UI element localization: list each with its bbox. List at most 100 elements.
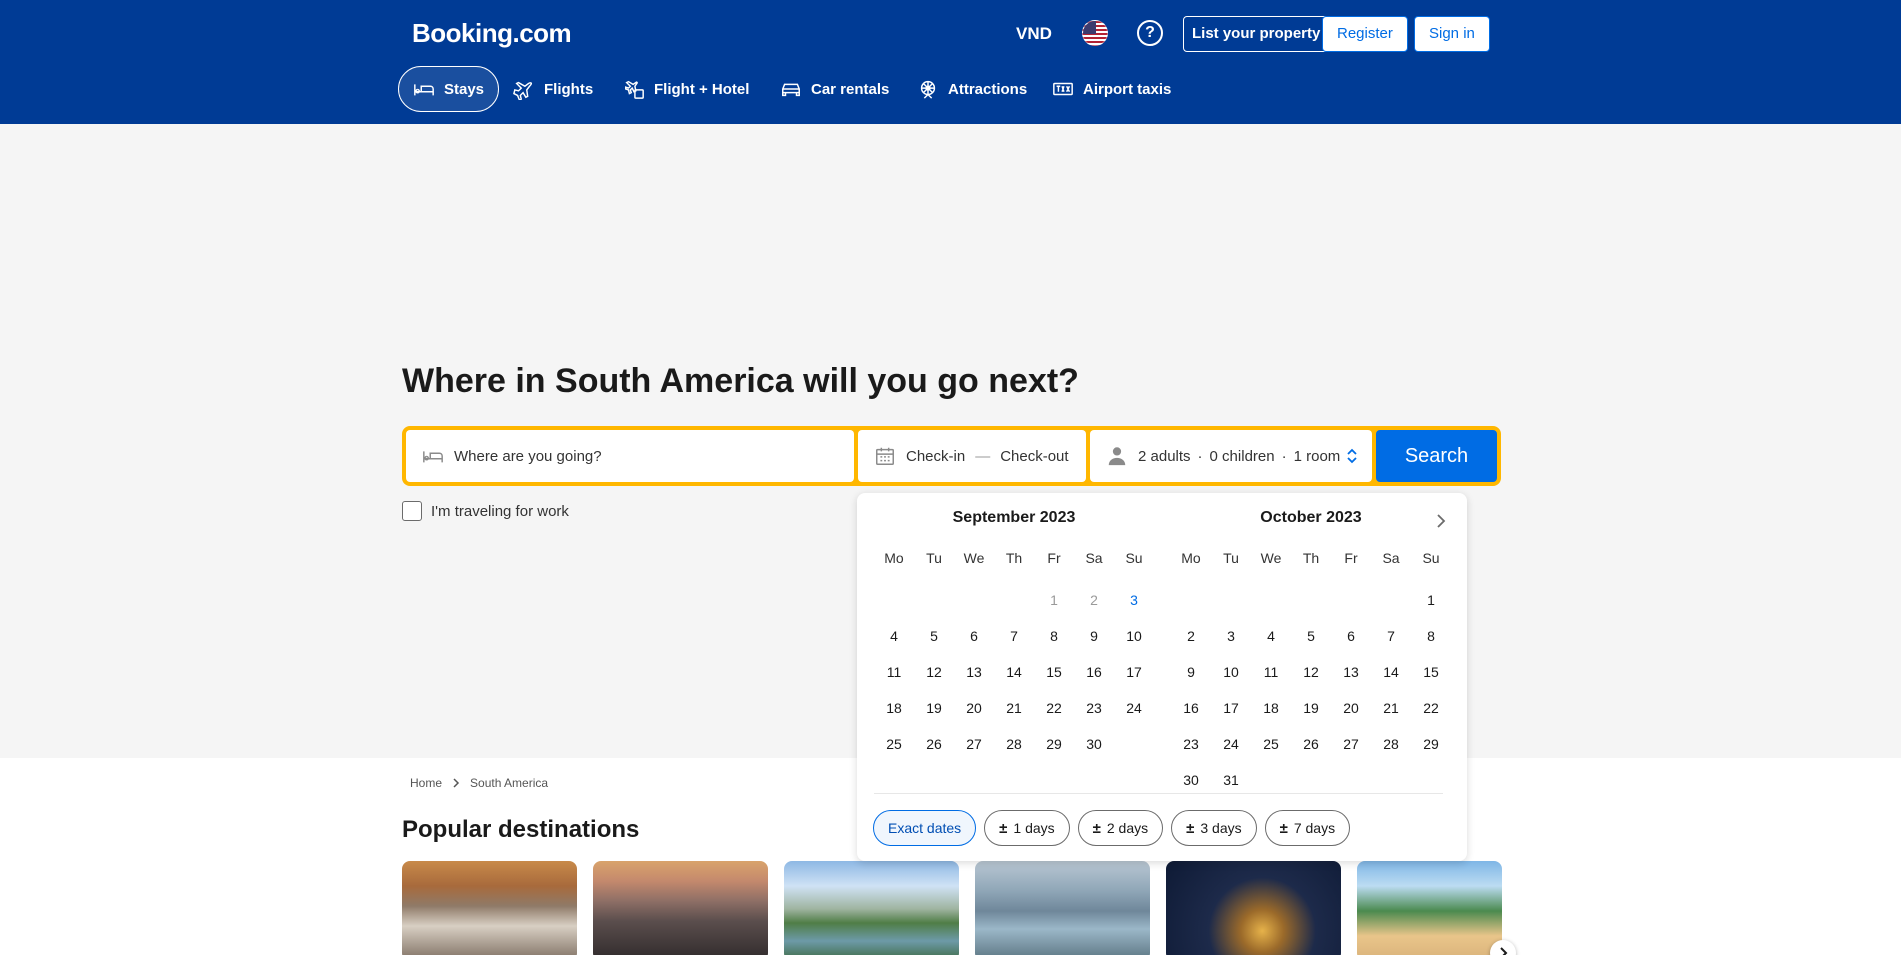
calendar-day[interactable]: 17 [1114, 654, 1154, 690]
work-travel-label: I'm traveling for work [431, 502, 569, 520]
calendar-day[interactable]: 4 [874, 618, 914, 654]
calendar-day[interactable]: 22 [1034, 690, 1074, 726]
empty-day-cell [1291, 582, 1331, 618]
calendar-day[interactable]: 29 [1034, 726, 1074, 762]
calendar-day[interactable]: 3 [1211, 618, 1251, 654]
calendar-day[interactable]: 16 [1074, 654, 1114, 690]
date-field[interactable]: Check-in — Check-out [858, 430, 1086, 482]
calendar-day[interactable]: 21 [1371, 690, 1411, 726]
exact-dates-chip[interactable]: Exact dates [873, 810, 977, 846]
calendar-day[interactable]: 10 [1114, 618, 1154, 654]
calendar-day[interactable]: 2 [1171, 618, 1211, 654]
currency-selector[interactable]: VND [1016, 24, 1052, 44]
calendar-day[interactable]: 17 [1211, 690, 1251, 726]
calendar-day[interactable]: 12 [1291, 654, 1331, 690]
calendar-day[interactable]: 5 [914, 618, 954, 654]
calendar-day[interactable]: 16 [1171, 690, 1211, 726]
calendar-day[interactable]: 18 [874, 690, 914, 726]
calendar-day[interactable]: 6 [1331, 618, 1371, 654]
destination-card[interactable] [402, 861, 577, 955]
calendar-day[interactable]: 22 [1411, 690, 1451, 726]
calendar-day[interactable]: 5 [1291, 618, 1331, 654]
calendar-day[interactable]: 7 [1371, 618, 1411, 654]
calendar-day[interactable]: 27 [954, 726, 994, 762]
calendar-day[interactable]: 13 [1331, 654, 1371, 690]
destination-card[interactable] [1357, 861, 1502, 955]
calendar-day[interactable]: 10 [1211, 654, 1251, 690]
calendar-day[interactable]: 13 [954, 654, 994, 690]
calendar-day[interactable]: 9 [1074, 618, 1114, 654]
calendar-day[interactable]: 26 [1291, 726, 1331, 762]
checkin-label[interactable]: Check-in [906, 448, 965, 465]
calendar-day: 1 [1050, 592, 1058, 608]
help-icon[interactable]: ? [1137, 20, 1163, 46]
destination-field[interactable]: Where are you going? [406, 430, 854, 482]
destination-card[interactable] [975, 861, 1150, 955]
tab-flight-hotel[interactable]: Flight + Hotel [609, 66, 763, 112]
carousel-next-button[interactable] [1490, 940, 1516, 955]
calendar-day[interactable]: 19 [914, 690, 954, 726]
tab-car-rentals[interactable]: Car rentals [766, 66, 903, 112]
calendar-day[interactable]: 26 [914, 726, 954, 762]
plus-minus-2-days-chip[interactable]: ± 2 days [1077, 810, 1164, 846]
calendar-day[interactable]: 18 [1251, 690, 1291, 726]
us-flag-icon[interactable] [1082, 20, 1108, 46]
sign-in-button[interactable]: Sign in [1414, 16, 1490, 52]
calendar-day[interactable]: 15 [1411, 654, 1451, 690]
calendar-day[interactable]: 23 [1171, 726, 1211, 762]
destination-card[interactable] [593, 861, 768, 955]
tab-stays[interactable]: Stays [398, 66, 500, 112]
guests-field[interactable]: 2 adults · 0 children · 1 room [1090, 430, 1372, 482]
empty-day-cell [994, 582, 1034, 618]
calendar-day[interactable]: 25 [874, 726, 914, 762]
calendar-day[interactable]: 21 [994, 690, 1034, 726]
calendar-day[interactable]: 24 [1211, 726, 1251, 762]
calendar-day[interactable]: 27 [1331, 726, 1371, 762]
calendar-day[interactable]: 25 [1251, 726, 1291, 762]
checkout-label[interactable]: Check-out [1000, 448, 1068, 465]
calendar-day[interactable]: 30 [1074, 726, 1114, 762]
tab-flights[interactable]: Flights [499, 66, 607, 112]
calendar-day[interactable]: 28 [1371, 726, 1411, 762]
calendar-day[interactable]: 14 [994, 654, 1034, 690]
calendar-day[interactable]: 3 [1114, 582, 1154, 618]
tab-label: Flight + Hotel [654, 80, 750, 98]
calendar-day[interactable]: 24 [1114, 690, 1154, 726]
plus-minus-7-days-chip[interactable]: ± 7 days [1264, 810, 1351, 846]
booking-logo[interactable]: Booking.com [412, 18, 572, 49]
empty-day-cell [954, 582, 994, 618]
destination-card[interactable] [784, 861, 959, 955]
calendar-day[interactable]: 6 [954, 618, 994, 654]
calendar-day[interactable]: 14 [1371, 654, 1411, 690]
calendar-day[interactable]: 19 [1291, 690, 1331, 726]
work-travel-checkbox[interactable] [402, 501, 422, 521]
calendar-day[interactable]: 23 [1074, 690, 1114, 726]
calendar-day[interactable]: 20 [954, 690, 994, 726]
tab-attractions[interactable]: Attractions [903, 66, 1041, 112]
search-button[interactable]: Search [1376, 430, 1497, 482]
calendar-day[interactable]: 11 [1251, 654, 1291, 690]
tab-airport-taxis[interactable]: Airport taxis [1038, 66, 1185, 112]
calendar-day[interactable]: 15 [1034, 654, 1074, 690]
destination-card[interactable] [1166, 861, 1341, 955]
calendar-day[interactable]: 8 [1411, 618, 1451, 654]
calendar-day[interactable]: 9 [1171, 654, 1211, 690]
work-travel-checkbox-row[interactable]: I'm traveling for work [402, 501, 569, 521]
calendar-day[interactable]: 8 [1034, 618, 1074, 654]
list-property-button[interactable]: List your property [1183, 16, 1330, 52]
plus-minus-1-day-chip[interactable]: ± 1 days [984, 810, 1070, 846]
calendar-day[interactable]: 1 [1411, 582, 1451, 618]
plus-minus-3-days-chip[interactable]: ± 3 days [1171, 810, 1257, 846]
register-button[interactable]: Register [1322, 16, 1408, 52]
calendar-day[interactable]: 11 [874, 654, 914, 690]
calendar-day[interactable]: 4 [1251, 618, 1291, 654]
breadcrumb-home[interactable]: Home [410, 776, 442, 790]
calendar-day[interactable]: 12 [914, 654, 954, 690]
empty-day-cell [914, 582, 954, 618]
calendar-day[interactable]: 29 [1411, 726, 1451, 762]
calendar-day[interactable]: 20 [1331, 690, 1371, 726]
guest-separator: · [1197, 447, 1203, 465]
destination-input[interactable]: Where are you going? [454, 448, 602, 465]
calendar-day[interactable]: 28 [994, 726, 1034, 762]
calendar-day[interactable]: 7 [994, 618, 1034, 654]
